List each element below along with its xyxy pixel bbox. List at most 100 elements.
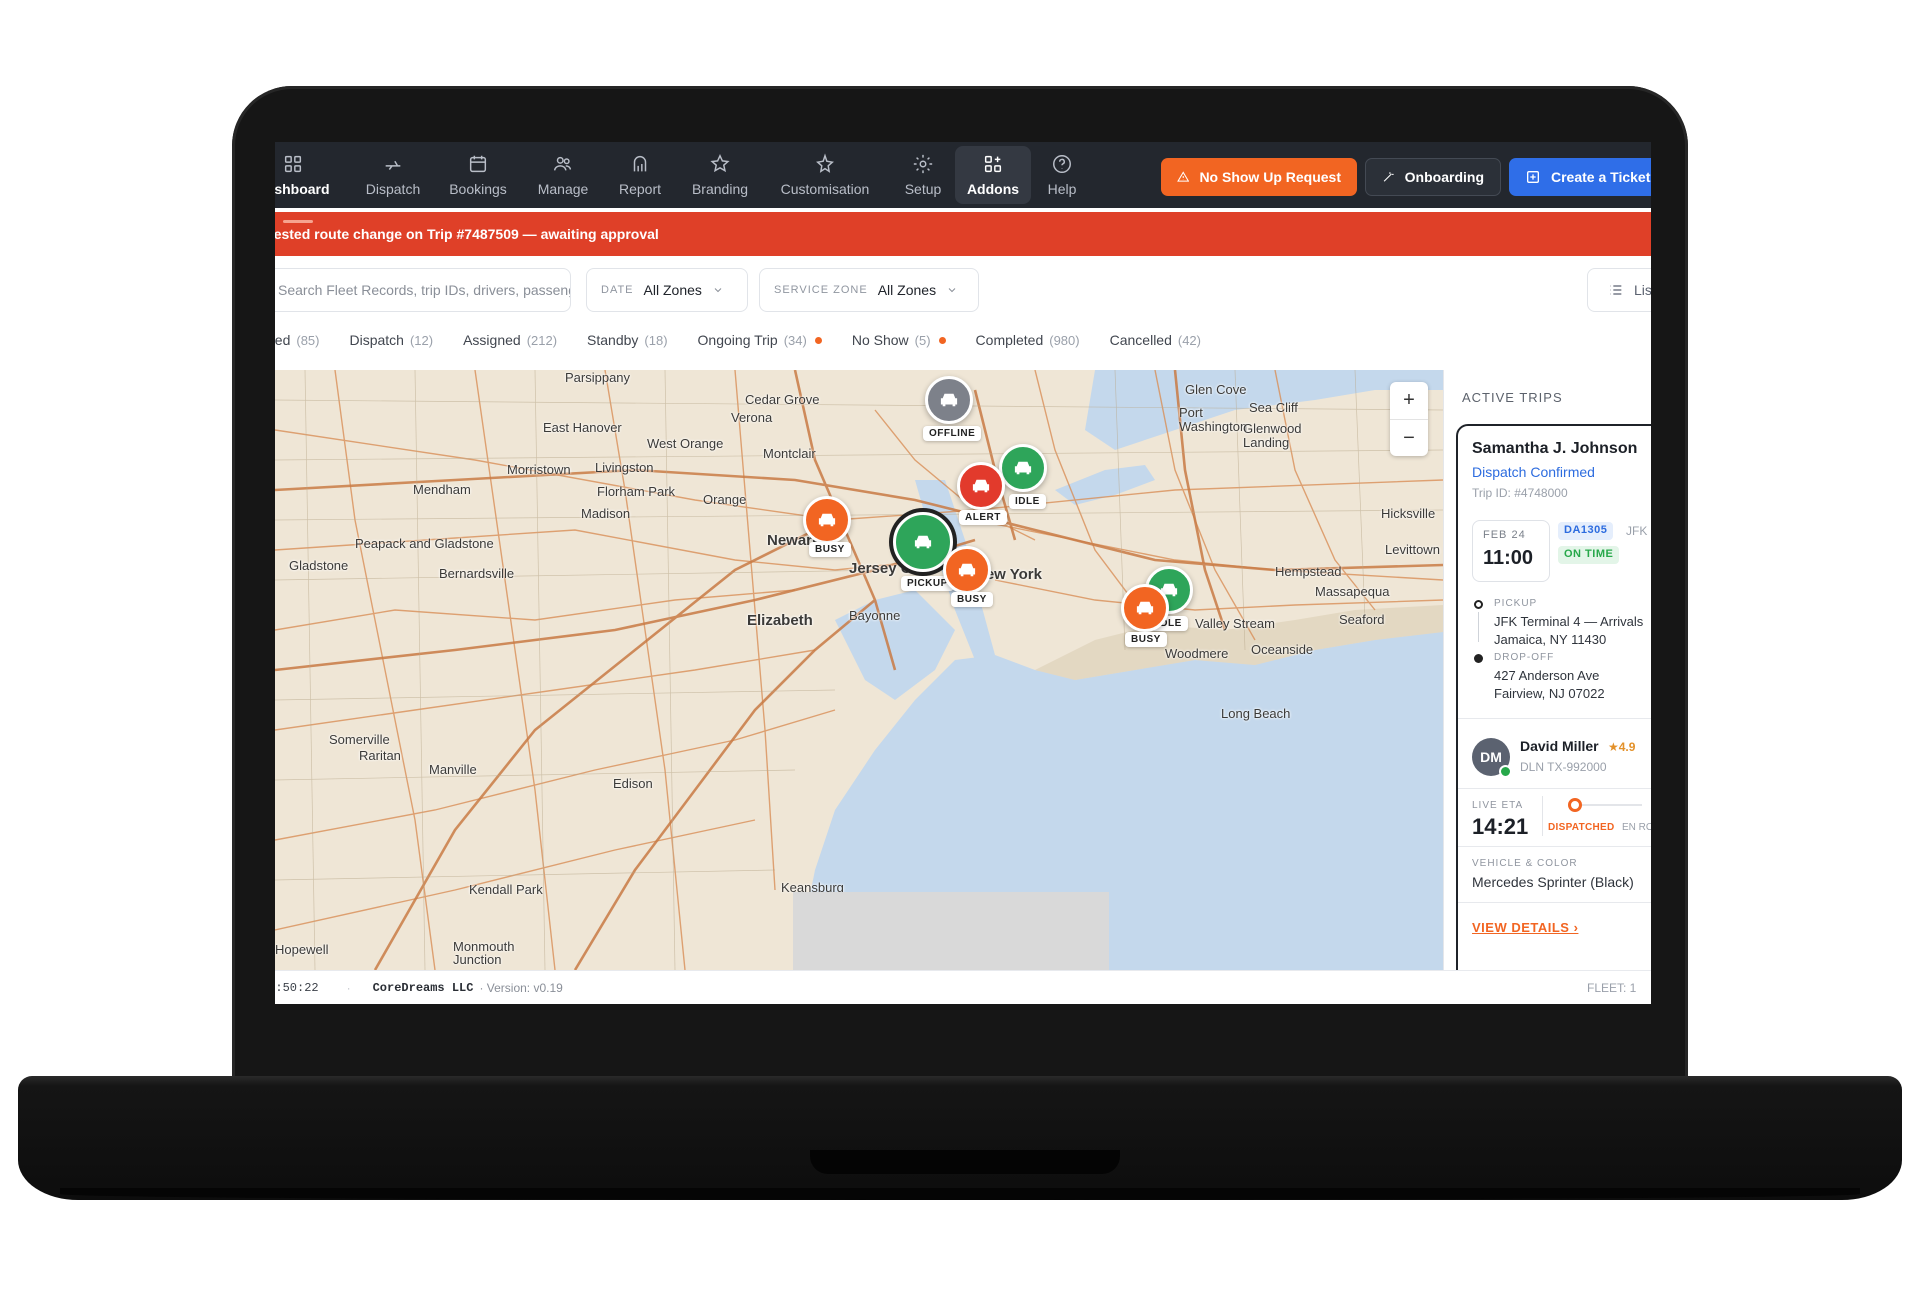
nav-item-dispatch[interactable]: Dispatch <box>353 146 433 204</box>
map-label: Raritan <box>359 748 401 763</box>
tab-standby[interactable]: Standby (18) <box>587 332 668 348</box>
dropoff-address-line2: Fairview, NJ 07022 <box>1494 686 1605 701</box>
zoom-control: + − <box>1390 382 1428 456</box>
list-view-label: List <box>1634 282 1651 298</box>
eta-label: LIVE ETA <box>1472 800 1524 811</box>
nav-item-help[interactable]: Help <box>1031 146 1093 204</box>
panel-title: ACTIVE TRIPS <box>1462 390 1563 405</box>
nav-item-manage[interactable]: Manage <box>523 146 603 204</box>
car-icon <box>1014 461 1032 475</box>
map-label: Verona <box>731 410 773 425</box>
route-icon <box>382 153 404 175</box>
map-label: Bernardsville <box>439 566 515 581</box>
status-tabs: Unconfirmed (85) Dispatch (12) Assigned (21… <box>275 318 1201 362</box>
view-details-link[interactable]: VIEW DETAILS › <box>1472 920 1578 935</box>
alert-banner[interactable]: Driver requested route change on Trip #7… <box>275 212 1651 256</box>
map-label: Massapequa <box>1315 584 1390 599</box>
fleet-count: FLEET: 1 <box>1587 980 1637 995</box>
tab-dispatch[interactable]: Dispatch (12) <box>350 332 434 348</box>
tab-label: Dispatch <box>349 332 404 348</box>
date-dropdown-label: DATE <box>601 284 634 296</box>
map-background <box>275 370 1443 970</box>
map-label: Somerville <box>329 732 390 747</box>
tab-assigned[interactable]: Assigned (212) <box>463 332 557 348</box>
zoom-in-button[interactable]: + <box>1390 382 1428 419</box>
nav-item-setup[interactable]: Setup <box>887 146 959 204</box>
passenger-name: Samantha J. Johnson <box>1472 440 1638 457</box>
zoom-out-button[interactable]: − <box>1390 419 1428 456</box>
company-name: CoreDreams LLC <box>372 980 474 995</box>
pickup-date: FEB 24 <box>1483 529 1526 541</box>
driver-initials: DM <box>1480 749 1502 765</box>
tab-label: Cancelled <box>1109 332 1172 348</box>
progress-track <box>1582 804 1642 806</box>
no-show-request-label: No Show Up Request <box>1199 169 1341 185</box>
flight-destination: JFK <box>1626 524 1648 538</box>
tab-count: (212) <box>526 332 558 348</box>
tab-completed[interactable]: Completed (980) <box>976 332 1080 348</box>
tab-label: Ongoing Trip <box>697 332 778 348</box>
tab-ongoing-trip[interactable]: Ongoing Trip (34) <box>698 332 822 348</box>
vehicle-marker[interactable] <box>943 546 991 594</box>
progress-label-current: DISPATCHED <box>1548 822 1615 833</box>
sparkle-icon <box>814 153 836 175</box>
eta-value: 14:21 <box>1472 814 1529 839</box>
tab-count: (5) <box>914 332 931 348</box>
tab-label: No Show <box>851 332 909 348</box>
trip-card[interactable]: Samantha J. Johnson Dispatch Confirmed T… <box>1456 424 1651 970</box>
tab-count: (85) <box>296 332 320 348</box>
users-icon <box>552 153 574 175</box>
map-label: Elizabeth <box>747 612 813 629</box>
no-show-request-button[interactable]: No Show Up Request <box>1161 158 1357 196</box>
nav-item-customisation[interactable]: Customisation <box>765 146 885 204</box>
nav-label: Branding <box>691 181 749 197</box>
map-label: Oceanside <box>1251 642 1314 657</box>
map-label: Morristown <box>507 462 571 477</box>
list-view-button[interactable]: List <box>1587 268 1651 312</box>
map-label: Gladstone <box>289 558 349 573</box>
vehicle-marker[interactable] <box>925 376 973 424</box>
flight-number: DA1305 <box>1558 522 1614 540</box>
nav-item-report[interactable]: Report <box>605 146 675 204</box>
tab-cancelled[interactable]: Cancelled (42) <box>1110 332 1201 348</box>
nav-item-branding[interactable]: Branding <box>675 146 765 204</box>
map-label: Hicksville <box>1381 506 1436 521</box>
map-label: Cedar Grove <box>745 392 820 407</box>
alert-indicator <box>283 220 313 223</box>
service-zone-dropdown[interactable]: SERVICE ZONE All Zones <box>759 268 979 312</box>
vehicle-marker[interactable] <box>803 496 851 544</box>
vehicle-status-tag: IDLE <box>1009 494 1046 509</box>
vehicle-marker[interactable] <box>999 444 1047 492</box>
nav-item-bookings[interactable]: Bookings <box>435 146 521 204</box>
tab-count: (18) <box>644 332 668 348</box>
nav-label: Report <box>618 181 662 197</box>
grid-icon <box>282 153 304 175</box>
nav-label: Help <box>1047 181 1077 197</box>
car-icon <box>1136 601 1154 615</box>
vehicle-status-tag: OFFLINE <box>923 426 982 441</box>
date-dropdown[interactable]: DATE All Zones <box>586 268 748 312</box>
nav-item-dashboard[interactable]: Dashboard <box>275 146 333 204</box>
map-label: Glenwood Landing <box>1243 421 1302 450</box>
fleet-map[interactable]: Parsippany Cedar Grove Verona East Hanov… <box>275 370 1443 970</box>
tab-label: Assigned <box>463 332 521 348</box>
create-ticket-button[interactable]: Create a Ticket <box>1509 158 1651 196</box>
nav-item-addons[interactable]: Addons <box>955 146 1031 204</box>
pickup-label: PICKUP <box>1494 598 1538 609</box>
nav-label: Bookings <box>449 181 507 197</box>
tab-unconfirmed[interactable]: Unconfirmed (85) <box>275 332 320 348</box>
map-label: Peapack and Gladstone <box>355 536 494 551</box>
avatar: DM <box>1472 738 1512 778</box>
gear-icon <box>912 153 934 175</box>
tab-no-show[interactable]: No Show (5) <box>852 332 946 348</box>
version: · Version: v0.19 <box>479 980 563 995</box>
map-label: Long Beach <box>1221 706 1291 721</box>
vehicle-marker[interactable] <box>1121 584 1169 632</box>
vehicle-marker[interactable] <box>957 462 1005 510</box>
addons-icon <box>982 153 1004 175</box>
map-label: Orange <box>703 492 747 507</box>
divider <box>1458 902 1651 903</box>
search-input[interactable]: Search Fleet Records, trip IDs, drivers,… <box>275 268 571 312</box>
onboarding-button[interactable]: Onboarding <box>1365 158 1501 196</box>
eta-divider <box>1542 796 1543 836</box>
